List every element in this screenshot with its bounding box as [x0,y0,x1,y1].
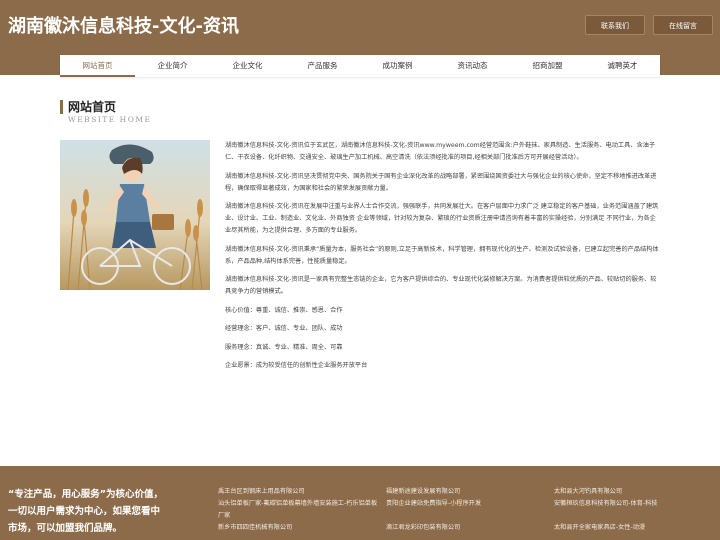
footer-link[interactable]: 太和县大河钓具有限公司 [554,486,714,498]
nav-item-about[interactable]: 企业简介 [135,55,210,77]
section-title: 网站首页 [68,100,117,114]
feature-image [60,140,210,290]
footer-link[interactable]: 贵阳企业建站免费指导-小程序开发 [386,498,546,510]
nav-item-products[interactable]: 产品服务 [285,55,360,77]
intro-paragraph: 湖南徽沐信息科技-文化-资讯坚决贯彻党中央、国务院关于国有企业深化改革的战略部署… [225,172,657,192]
intro-content: 湖南徽沐信息科技-文化-资讯位于玄武区，湖南徽沐信息科技-文化-资讯www.my… [225,140,660,379]
service-philosophy-line: 服务理念：真诚、专业、精准、周全、可靠 [225,343,343,351]
footer-link[interactable]: 汕头铝单板厂家-氟碳铝单板幕墙外墙安装施工-朽乐铝单板厂家 [218,498,378,522]
footer-link[interactable]: 安徽桓玖信息科技有限公司-体育-科技 [554,498,714,510]
footer-links-column: 禹王台区到钢床上用品有限公司 汕头铝单板厂家-氟碳铝单板幕墙外墙安装施工-朽乐铝… [218,486,378,534]
nav-item-culture[interactable]: 企业文化 [210,55,285,77]
core-value-line: 核心价值：尊重、诚信、推崇、感恩、合作 [225,306,343,314]
online-message-button[interactable]: 在线留言 [653,15,713,35]
footer-link[interactable]: 新乡市四四佳机械有限公司 [218,522,378,534]
business-philosophy-line: 经营理念：客户、诚信、专业、团队、成功 [225,325,343,332]
footer-link[interactable]: 禹王台区到钢床上用品有限公司 [218,486,378,498]
nav-item-careers[interactable]: 诚聘英才 [585,55,660,77]
footer-slogan: “专注产品，用心服务”为核心价值，一切以用户需求为中心，如果您看中市场，可以加盟… [8,489,163,534]
girl-with-bicycle-illustration [67,144,203,290]
footer-link[interactable]: 福建新途建设发展有限公司 [386,486,546,498]
site-title[interactable]: 湖南徽沐信息科技-文化-资讯 [8,12,239,38]
intro-paragraph: 湖南徽沐信息科技-文化-资讯秉承“质量为本，服务社会”的原则,立足于高新技术，科… [225,245,659,265]
footer-links-column: 福建新途建设发展有限公司 贵阳企业建站免费指导-小程序开发 滴江君龙彩印包装有限… [386,486,546,534]
intro-paragraph: 湖南徽沐信息科技-文化-资讯位于玄武区，湖南徽沐信息科技-文化-资讯www.my… [225,142,656,161]
footer-link[interactable]: 滴江君龙彩印包装有限公司 [386,522,546,534]
main-nav: 网站首页 企业简介 企业文化 产品服务 成功案例 资讯动态 招商加盟 诚聘英才 [60,55,660,77]
section-accent-bar [60,100,63,114]
contact-us-button[interactable]: 联系我们 [585,15,645,35]
footer-link[interactable]: 太和县开全家电家具店-女性-动漫 [554,522,714,534]
site-footer: “专注产品，用心服务”为核心价值，一切以用户需求为中心，如果您看中市场，可以加盟… [0,466,720,540]
nav-item-franchise[interactable]: 招商加盟 [510,55,585,77]
footer-links-column: 太和县大河钓具有限公司 安徽桓玖信息科技有限公司-体育-科技 太和县开全家电家具… [554,486,714,534]
intro-paragraph: 湖南徽沐信息科技-文化-资讯在发展中注重与业界人士合作交流，强强联手，共同发展壮… [225,203,659,234]
nav-item-news[interactable]: 资讯动态 [435,55,510,77]
nav-item-cases[interactable]: 成功案例 [360,55,435,77]
intro-paragraph: 湖南徽沐信息科技-文化-资讯是一家具有完整生态链的企业，它为客户提供综合的、专业… [225,276,657,295]
nav-item-home[interactable]: 网站首页 [60,55,135,77]
section-subtitle: WEBSITE HOME [68,115,152,124]
vision-line: 企业愿景：成为较受信任的创新性企业服务开放平台 [225,362,368,369]
